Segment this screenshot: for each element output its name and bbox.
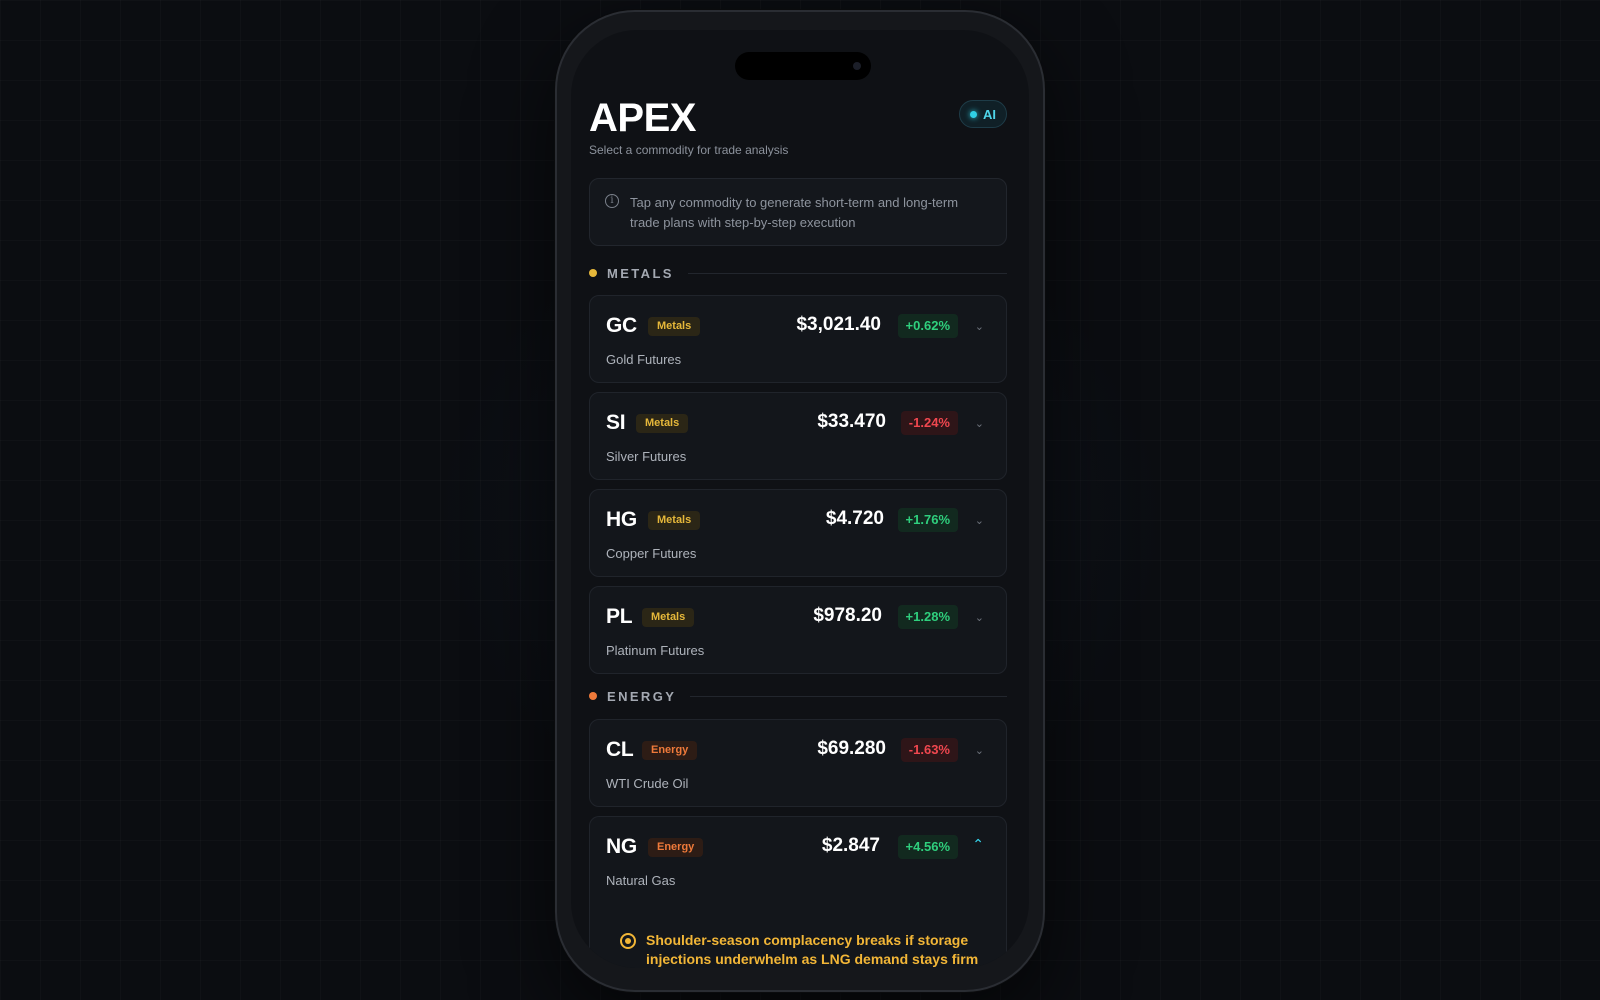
commodity-symbol: GC [606, 314, 637, 337]
info-text-line-2: trade plans with step-by-step execution [630, 215, 856, 230]
section-label: ENERGY [607, 688, 677, 704]
category-tag: Metals [642, 608, 695, 627]
camera-icon [853, 62, 861, 70]
category-tag: Energy [642, 741, 698, 760]
ai-badge-button[interactable]: AI [959, 100, 1007, 128]
ai-badge-label: AI [983, 106, 996, 122]
trade-thesis-text: Shoulder-season complacency breaks if st… [646, 932, 979, 967]
chevron-down-icon[interactable]: ⌄ [975, 417, 984, 430]
app-title: APEX [589, 96, 696, 140]
commodity-price: $4.720 [825, 508, 884, 529]
chevron-down-icon[interactable]: ⌄ [975, 611, 984, 624]
category-tag: Metals [636, 414, 689, 433]
commodity-card-ng[interactable]: NG Energy $2.847 +4.56% ⌃ Natural Gas Sh… [589, 816, 1007, 968]
info-banner: i Tap any commodity to generate short-te… [589, 178, 1007, 246]
change-badge: -1.63% [900, 738, 958, 762]
trade-thesis: Shoulder-season complacency breaks if st… [620, 931, 980, 968]
commodity-name: Gold Futures [606, 352, 682, 367]
commodity-price: $69.280 [817, 738, 886, 759]
metals-dot-icon [589, 269, 597, 277]
commodity-name: WTI Crude Oil [606, 776, 689, 791]
commodity-price: $3,021.40 [796, 314, 881, 335]
ai-status-dot-icon [970, 110, 977, 118]
phone-screen: APEX Select a commodity for trade analys… [571, 30, 1029, 968]
change-badge: +0.62% [897, 314, 958, 338]
dynamic-island [735, 52, 871, 80]
commodity-card-si[interactable]: SI Metals $33.470 -1.24% ⌄ Silver Future… [589, 392, 1007, 480]
phone-frame: APEX Select a commodity for trade analys… [555, 10, 1045, 992]
info-icon: i [605, 194, 619, 208]
section-label: METALS [607, 265, 674, 281]
change-badge: +1.28% [897, 605, 958, 629]
app-subtitle: Select a commodity for trade analysis [589, 143, 789, 157]
category-tag: Metals [648, 317, 701, 336]
commodity-card-pl[interactable]: PL Metals $978.20 +1.28% ⌄ Platinum Futu… [589, 586, 1007, 674]
commodity-price: $2.847 [821, 835, 880, 856]
commodity-symbol: NG [606, 835, 637, 858]
target-icon [620, 933, 636, 949]
commodity-symbol: CL [606, 738, 634, 761]
energy-dot-icon [589, 692, 597, 700]
section-divider [690, 695, 1007, 697]
commodity-card-gc[interactable]: GC Metals $3,021.40 +0.62% ⌄ Gold Future… [589, 295, 1007, 383]
commodity-name: Silver Futures [606, 449, 687, 464]
change-badge: -1.24% [900, 411, 958, 435]
section-header-energy: ENERGY [589, 688, 1007, 704]
commodity-price: $33.470 [817, 411, 886, 432]
chevron-down-icon[interactable]: ⌄ [975, 514, 984, 527]
change-badge: +4.56% [897, 835, 958, 859]
category-tag: Energy [648, 838, 704, 857]
commodity-symbol: SI [606, 411, 626, 434]
chevron-up-icon[interactable]: ⌃ [972, 836, 984, 853]
commodity-name: Natural Gas [606, 873, 676, 888]
commodity-card-hg[interactable]: HG Metals $4.720 +1.76% ⌄ Copper Futures [589, 489, 1007, 577]
commodity-name: Platinum Futures [606, 643, 705, 658]
commodity-card-cl[interactable]: CL Energy $69.280 -1.63% ⌄ WTI Crude Oil [589, 719, 1007, 807]
commodity-name: Copper Futures [606, 546, 697, 561]
chevron-down-icon[interactable]: ⌄ [975, 744, 984, 757]
section-header-metals: METALS [589, 265, 1007, 281]
change-badge: +1.76% [897, 508, 958, 532]
commodity-price: $978.20 [813, 605, 882, 626]
info-text-line-1: Tap any commodity to generate short-term… [630, 195, 959, 210]
commodity-symbol: PL [606, 605, 633, 628]
category-tag: Metals [648, 511, 701, 530]
section-divider [687, 272, 1007, 274]
chevron-down-icon[interactable]: ⌄ [975, 320, 984, 333]
commodity-symbol: HG [606, 508, 637, 531]
